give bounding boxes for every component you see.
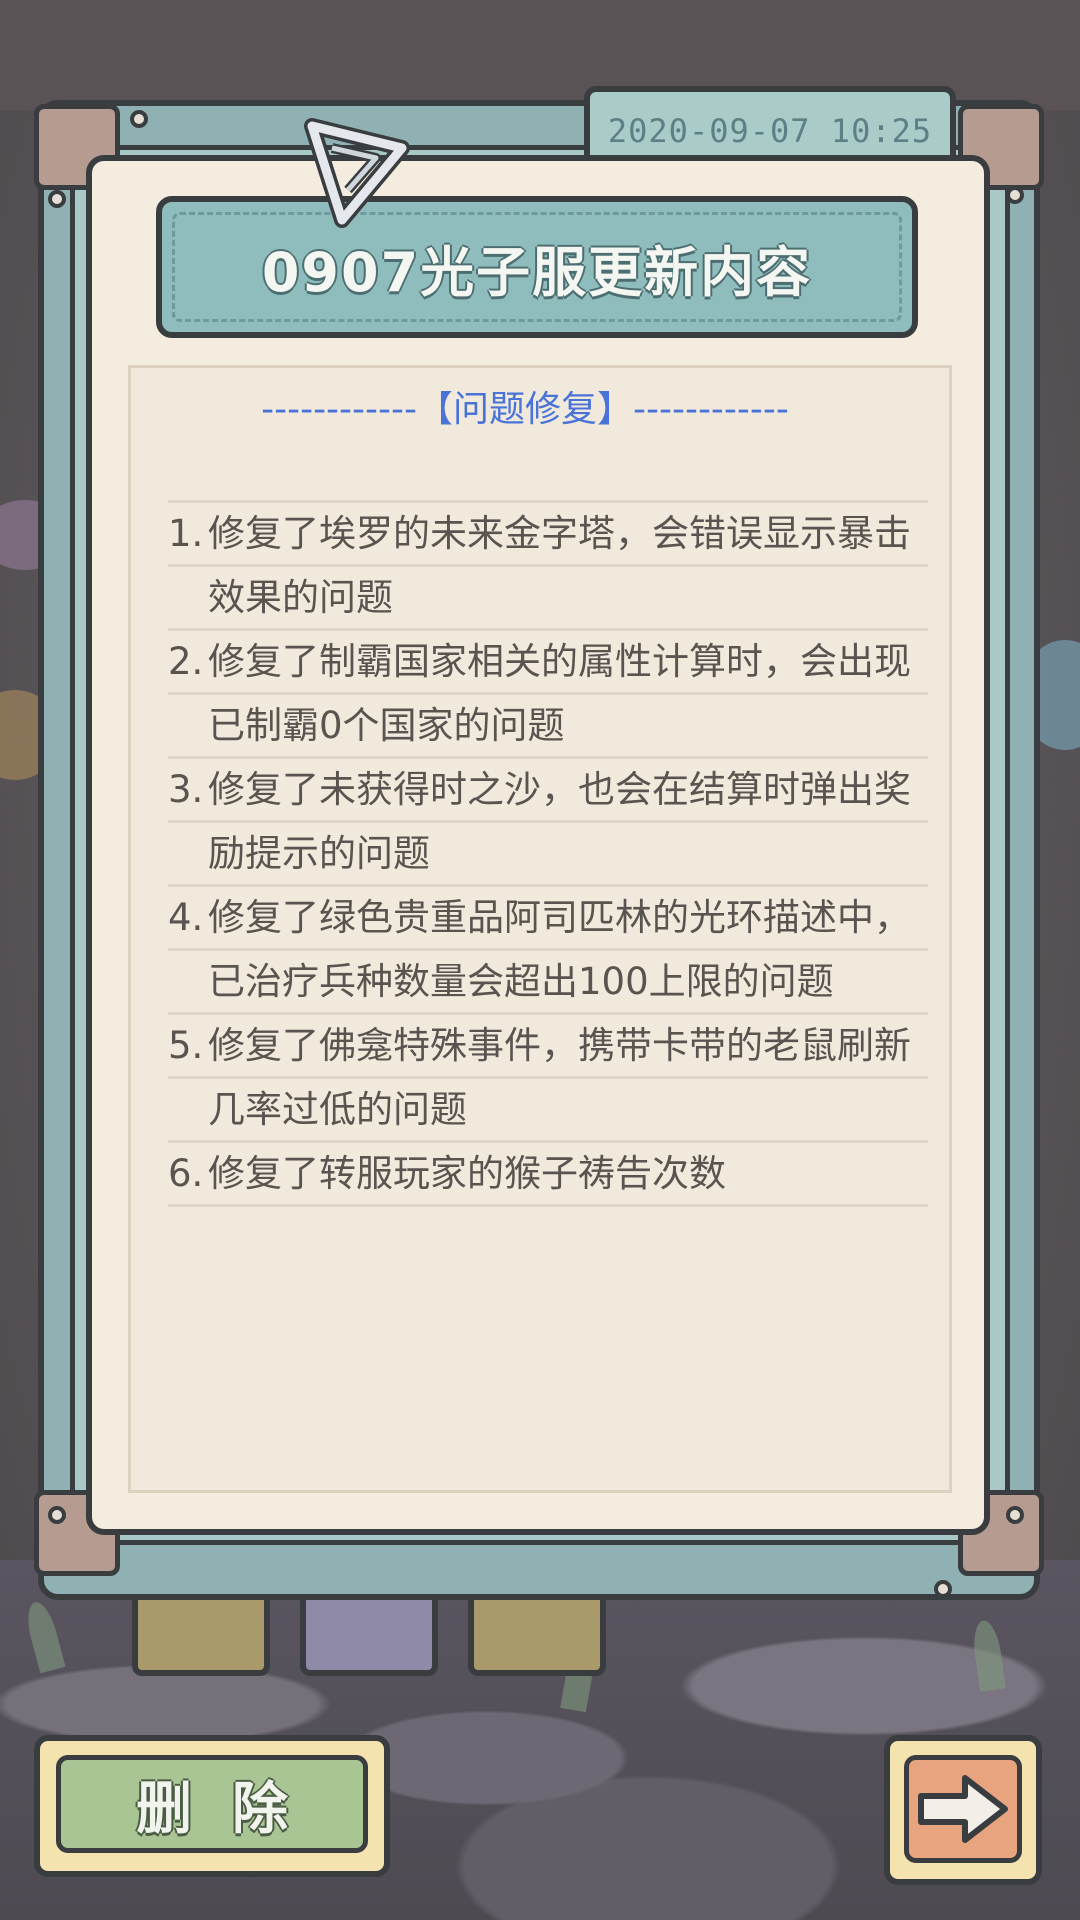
list-item: 1. 修复了埃罗的未来金字塔，会错误显示暴击 效果的问题 xyxy=(168,503,928,631)
item-number: 6. xyxy=(168,1152,204,1195)
bolt-icon xyxy=(130,110,148,128)
paperclip-icon xyxy=(304,118,410,228)
item-number: 5. xyxy=(168,1024,204,1067)
item-number: 4. xyxy=(168,896,204,939)
item-text: 修复了埃罗的未来金字塔，会错误显示暴击 xyxy=(168,503,928,567)
bolt-icon xyxy=(48,190,66,208)
list-item: 3. 修复了未获得时之沙，也会在结算时弹出奖 励提示的问题 xyxy=(168,759,928,887)
item-text: 修复了绿色贵重品阿司匹林的光环描述中， xyxy=(168,887,928,951)
delete-button-face[interactable]: 删除 xyxy=(56,1755,368,1853)
item-text: 励提示的问题 xyxy=(168,823,928,887)
item-text: 已制霸0个国家的问题 xyxy=(168,695,928,759)
delete-button[interactable]: 删除 xyxy=(34,1735,390,1877)
bolt-icon xyxy=(1006,1506,1024,1524)
bolt-icon xyxy=(48,1506,66,1524)
list-item: 2. 修复了制霸国家相关的属性计算时，会出现 已制霸0个国家的问题 xyxy=(168,631,928,759)
section-heading: ------------【问题修复】------------ xyxy=(261,389,789,430)
title-banner: 0907光子服更新内容 xyxy=(156,196,918,338)
next-button-face[interactable] xyxy=(904,1755,1022,1863)
delete-button-label: 删除 xyxy=(136,1776,328,1842)
item-text: 修复了佛龛特殊事件，携带卡带的老鼠刷新 xyxy=(168,1015,928,1079)
list-item: 5. 修复了佛龛特殊事件，携带卡带的老鼠刷新 几率过低的问题 xyxy=(168,1015,928,1143)
item-text: 修复了转服玩家的猴子祷告次数 xyxy=(168,1143,928,1207)
list-item: 6. 修复了转服玩家的猴子祷告次数 xyxy=(168,1143,928,1207)
mail-title: 0907光子服更新内容 xyxy=(261,240,813,304)
item-text: 修复了未获得时之沙，也会在结算时弹出奖 xyxy=(168,759,928,823)
next-button[interactable] xyxy=(884,1735,1042,1885)
item-number: 1. xyxy=(168,512,204,555)
arrow-right-icon xyxy=(918,1775,1008,1843)
item-text: 修复了制霸国家相关的属性计算时，会出现 xyxy=(168,631,928,695)
mail-date: 2020-09-07 10:25 xyxy=(607,112,933,150)
update-notes-list: 1. 修复了埃罗的未来金字塔，会错误显示暴击 效果的问题 2. 修复了制霸国家相… xyxy=(168,500,928,1207)
list-item: 4. 修复了绿色贵重品阿司匹林的光环描述中， 已治疗兵种数量会超出100上限的问… xyxy=(168,887,928,1015)
bolt-icon xyxy=(934,1580,952,1598)
bolt-icon xyxy=(1006,186,1024,204)
item-text: 效果的问题 xyxy=(168,567,928,631)
item-text: 已治疗兵种数量会超出100上限的问题 xyxy=(168,951,928,1015)
item-number: 3. xyxy=(168,768,204,811)
item-number: 2. xyxy=(168,640,204,683)
item-text: 几率过低的问题 xyxy=(168,1079,928,1143)
